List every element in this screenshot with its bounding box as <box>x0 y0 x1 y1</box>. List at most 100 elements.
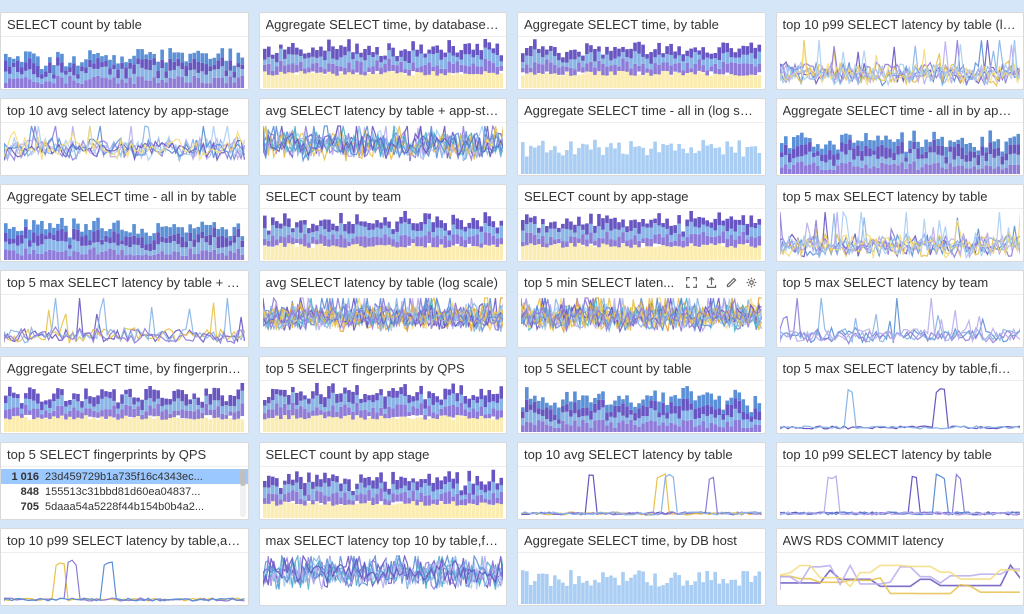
dashboard-panel[interactable]: top 5 min SELECT laten... <box>517 270 766 348</box>
edit-icon[interactable] <box>725 276 739 290</box>
dashboard-panel[interactable]: SELECT count by table <box>0 12 249 90</box>
panel-chart[interactable] <box>518 381 765 433</box>
panel-header[interactable]: SELECT count by app stage <box>260 443 507 467</box>
panel-chart[interactable]: 1 01623d459729b1a735f16c4343ec...8481555… <box>1 467 248 519</box>
panel-header[interactable]: top 5 max SELECT latency by team <box>777 271 1024 295</box>
panel-chart[interactable] <box>260 37 507 89</box>
dashboard-panel[interactable]: top 5 max SELECT latency by table,finge.… <box>776 356 1024 434</box>
panel-chart[interactable] <box>777 381 1024 433</box>
dashboard-panel[interactable]: SELECT count by team <box>259 184 508 262</box>
panel-chart[interactable] <box>1 381 248 433</box>
panel-title: top 10 p99 SELECT latency by table (log … <box>783 17 1018 32</box>
panel-header[interactable]: Aggregate SELECT time, by DB host <box>518 529 765 553</box>
panel-chart[interactable] <box>777 123 1024 175</box>
share-icon[interactable] <box>705 276 719 290</box>
scrollbar-thumb[interactable] <box>240 469 246 486</box>
dashboard-panel[interactable]: top 5 max SELECT latency by table <box>776 184 1024 262</box>
panel-chart[interactable] <box>1 295 248 347</box>
panel-chart[interactable] <box>1 37 248 89</box>
dashboard-panel[interactable]: top 5 SELECT count by table <box>517 356 766 434</box>
dashboard-panel[interactable]: AWS RDS COMMIT latency <box>776 528 1024 606</box>
panel-chart[interactable] <box>518 123 765 175</box>
panel-header[interactable]: Aggregate SELECT time - all in (log scal… <box>518 99 765 123</box>
panel-chart[interactable] <box>518 467 765 519</box>
dashboard-panel[interactable]: top 5 SELECT fingerprints by QPS <box>259 356 508 434</box>
panel-chart[interactable] <box>518 209 765 261</box>
dashboard-panel[interactable]: top 10 p99 SELECT latency by table <box>776 442 1024 520</box>
panel-title: top 5 max SELECT latency by table + ap..… <box>7 275 242 290</box>
panel-header[interactable]: SELECT count by app-stage <box>518 185 765 209</box>
panel-header[interactable]: top 5 min SELECT laten... <box>518 271 765 295</box>
panel-chart[interactable] <box>1 209 248 261</box>
dashboard-panel[interactable]: Aggregate SELECT time, by fingerprint/..… <box>0 356 249 434</box>
panel-chart[interactable] <box>518 295 765 347</box>
panel-chart[interactable] <box>260 123 507 175</box>
panel-header[interactable]: top 5 max SELECT latency by table <box>777 185 1024 209</box>
panel-title: SELECT count by table <box>7 17 242 32</box>
panel-chart[interactable] <box>1 553 248 605</box>
panel-header[interactable]: top 5 max SELECT latency by table,finge.… <box>777 357 1024 381</box>
panel-chart[interactable] <box>260 381 507 433</box>
scrollbar[interactable] <box>240 469 246 517</box>
list-item[interactable]: 7055daaa54a5228f44b154b0b4a2... <box>1 499 248 514</box>
dashboard-panel[interactable]: SELECT count by app-stage <box>517 184 766 262</box>
panel-header[interactable]: top 5 SELECT fingerprints by QPS <box>1 443 248 467</box>
dashboard-panel[interactable]: Aggregate SELECT time, by table <box>517 12 766 90</box>
panel-header[interactable]: top 10 p99 SELECT latency by table (log … <box>777 13 1024 37</box>
panel-chart[interactable] <box>777 467 1024 519</box>
dashboard-panel[interactable]: top 5 max SELECT latency by table + ap..… <box>0 270 249 348</box>
panel-chart[interactable] <box>518 553 765 605</box>
panel-title: Aggregate SELECT time, by table <box>524 17 759 32</box>
dashboard-panel[interactable]: avg SELECT latency by table (log scale) <box>259 270 508 348</box>
panel-chart[interactable] <box>518 37 765 89</box>
panel-chart[interactable] <box>777 37 1024 89</box>
dashboard-panel[interactable]: avg SELECT latency by table + app-stage <box>259 98 508 176</box>
panel-header[interactable]: top 5 SELECT fingerprints by QPS <box>260 357 507 381</box>
panel-chart[interactable] <box>1 123 248 175</box>
panel-title: top 10 p99 SELECT latency by table,app-.… <box>7 533 242 548</box>
panel-header[interactable]: Aggregate SELECT time, by table <box>518 13 765 37</box>
dashboard-panel[interactable]: top 10 p99 SELECT latency by table (log … <box>776 12 1024 90</box>
dashboard-panel[interactable]: Aggregate SELECT time - all in by table <box>0 184 249 262</box>
panel-header[interactable]: Aggregate SELECT time, by database_h... <box>260 13 507 37</box>
dashboard-panel[interactable]: Aggregate SELECT time - all in (log scal… <box>517 98 766 176</box>
panel-header[interactable]: Aggregate SELECT time - all in by app-s.… <box>777 99 1024 123</box>
panel-header[interactable]: Aggregate SELECT time, by fingerprint/..… <box>1 357 248 381</box>
dashboard-panel[interactable]: top 10 p99 SELECT latency by table,app-.… <box>0 528 249 606</box>
dashboard-panel[interactable]: Aggregate SELECT time - all in by app-s.… <box>776 98 1024 176</box>
dashboard-panel[interactable]: top 5 max SELECT latency by team <box>776 270 1024 348</box>
panel-chart[interactable] <box>777 553 1024 605</box>
panel-header[interactable]: top 5 max SELECT latency by table + ap..… <box>1 271 248 295</box>
panel-chart[interactable] <box>777 209 1024 261</box>
dashboard-panel[interactable]: Aggregate SELECT time, by database_h... <box>259 12 508 90</box>
settings-icon[interactable] <box>745 276 759 290</box>
panel-header[interactable]: Aggregate SELECT time - all in by table <box>1 185 248 209</box>
panel-header[interactable]: avg SELECT latency by table + app-stage <box>260 99 507 123</box>
dashboard-panel[interactable]: top 10 avg SELECT latency by table <box>517 442 766 520</box>
panel-header[interactable]: SELECT count by team <box>260 185 507 209</box>
panel-chart[interactable] <box>260 467 507 519</box>
dashboard-panel[interactable]: Aggregate SELECT time, by DB host <box>517 528 766 606</box>
panel-header[interactable]: top 10 avg select latency by app-stage <box>1 99 248 123</box>
panel-header[interactable]: top 10 avg SELECT latency by table <box>518 443 765 467</box>
panel-title: Aggregate SELECT time, by DB host <box>524 533 759 548</box>
panel-chart[interactable] <box>260 209 507 261</box>
panel-header[interactable]: top 5 SELECT count by table <box>518 357 765 381</box>
fullscreen-icon[interactable] <box>685 276 699 290</box>
panel-header[interactable]: avg SELECT latency by table (log scale) <box>260 271 507 295</box>
dashboard-panel[interactable]: max SELECT latency top 10 by table,fing.… <box>259 528 508 606</box>
panel-chart[interactable] <box>777 295 1024 347</box>
list-item[interactable]: 848155513c31bbd81d60ea04837... <box>1 484 248 499</box>
panel-chart[interactable] <box>260 295 507 347</box>
list-item[interactable]: 1 01623d459729b1a735f16c4343ec... <box>1 469 248 484</box>
dashboard-panel[interactable]: top 5 SELECT fingerprints by QPS1 01623d… <box>0 442 249 520</box>
panel-header[interactable]: AWS RDS COMMIT latency <box>777 529 1024 553</box>
dashboard-panel[interactable]: top 10 avg select latency by app-stage <box>0 98 249 176</box>
panel-chart[interactable] <box>260 553 507 605</box>
panel-header[interactable]: top 10 p99 SELECT latency by table,app-.… <box>1 529 248 553</box>
panel-header[interactable]: SELECT count by table <box>1 13 248 37</box>
dashboard-panel[interactable]: SELECT count by app stage <box>259 442 508 520</box>
panel-title: top 5 max SELECT latency by table <box>783 189 1018 204</box>
panel-header[interactable]: top 10 p99 SELECT latency by table <box>777 443 1024 467</box>
panel-header[interactable]: max SELECT latency top 10 by table,fing.… <box>260 529 507 553</box>
